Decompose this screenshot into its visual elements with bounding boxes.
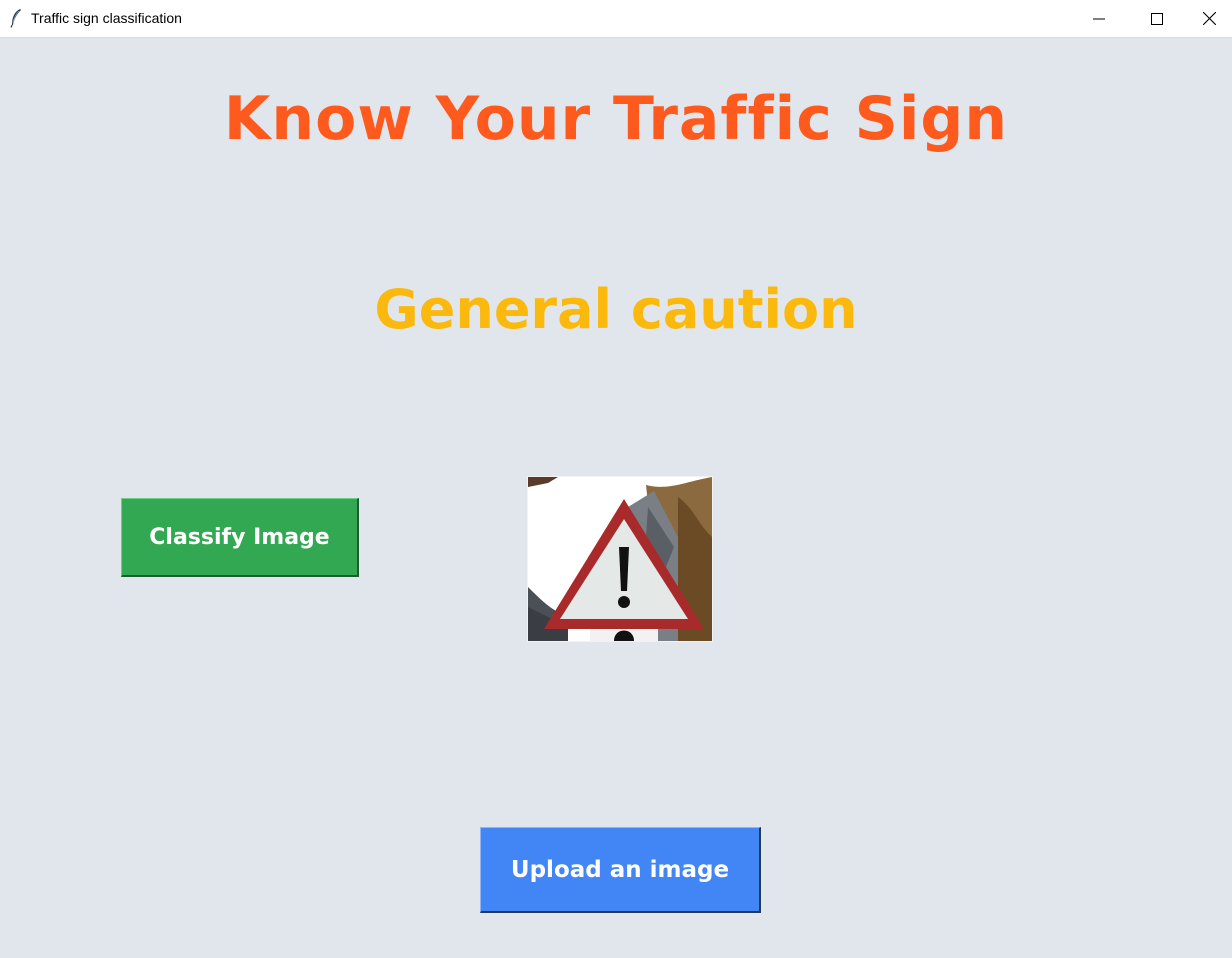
close-icon [1202, 12, 1216, 25]
close-button[interactable] [1186, 0, 1232, 37]
window-title: Traffic sign classification [31, 10, 182, 26]
minimize-icon [1093, 18, 1105, 19]
minimize-button[interactable] [1070, 0, 1128, 37]
classify-image-button[interactable]: Classify Image [121, 498, 359, 577]
warning-triangle-sign-photo [528, 477, 712, 641]
maximize-icon [1151, 12, 1163, 25]
uploaded-sign-image [527, 476, 713, 642]
feather-icon [10, 9, 21, 28]
app-heading: Know Your Traffic Sign [223, 84, 1009, 154]
maximize-button[interactable] [1128, 0, 1186, 37]
app-window: Traffic sign classification Know Your Tr… [0, 0, 1232, 958]
upload-image-button[interactable]: Upload an image [480, 827, 761, 913]
title-bar[interactable]: Traffic sign classification [0, 0, 1232, 38]
prediction-label: General caution [374, 278, 858, 341]
